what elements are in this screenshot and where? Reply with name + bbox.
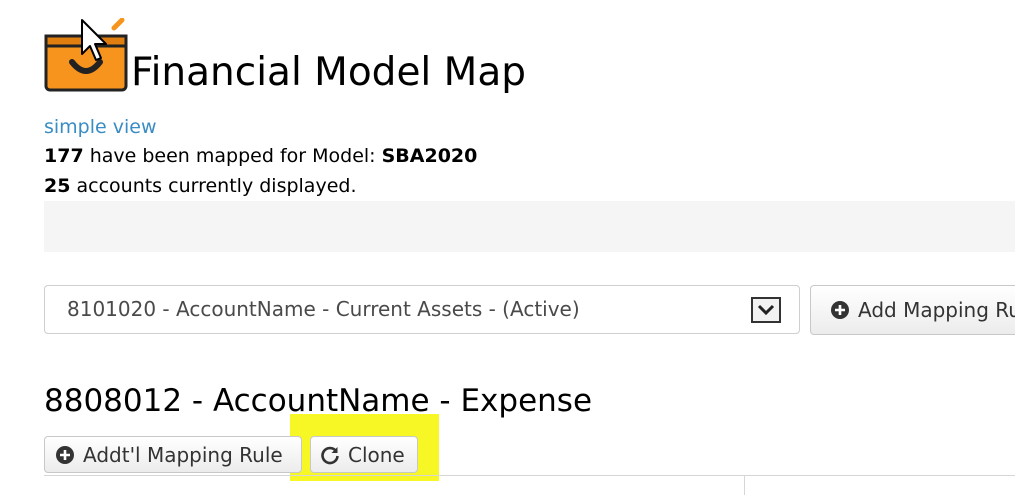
plus-circle-icon xyxy=(830,300,850,320)
displayed-text: accounts currently displayed. xyxy=(70,175,357,197)
mapped-summary: 177 have been mapped for Model: SBA2020 xyxy=(44,143,477,169)
account-select-value: 8101020 - AccountName - Current Assets -… xyxy=(67,297,580,321)
addtl-mapping-rule-label: Addt'l Mapping Rule xyxy=(83,442,283,467)
add-mapping-rule-label: Add Mapping Rule xyxy=(858,298,1015,322)
mapping-table xyxy=(44,475,1015,496)
table-column-divider xyxy=(744,476,745,495)
refresh-icon xyxy=(320,445,340,465)
page-title: Financial Model Map xyxy=(131,50,526,95)
addtl-mapping-rule-button[interactable]: Addt'l Mapping Rule xyxy=(44,436,302,473)
plus-circle-icon xyxy=(55,445,75,465)
model-name: SBA2020 xyxy=(381,145,478,167)
simple-view-link[interactable]: simple view xyxy=(44,114,157,140)
clone-label: Clone xyxy=(348,442,405,467)
add-mapping-rule-button[interactable]: Add Mapping Rule xyxy=(810,285,1015,335)
mouse-cursor-icon xyxy=(81,19,107,61)
account-select[interactable]: 8101020 - AccountName - Current Assets -… xyxy=(44,285,800,334)
mapped-text: have been mapped for Model: xyxy=(83,145,382,167)
displayed-count: 25 xyxy=(44,175,71,197)
filter-panel xyxy=(44,201,1015,252)
chevron-down-icon[interactable] xyxy=(751,297,781,323)
mapped-count: 177 xyxy=(44,145,84,167)
clone-button[interactable]: Clone xyxy=(310,436,418,473)
displayed-summary: 25 accounts currently displayed. xyxy=(44,173,356,199)
